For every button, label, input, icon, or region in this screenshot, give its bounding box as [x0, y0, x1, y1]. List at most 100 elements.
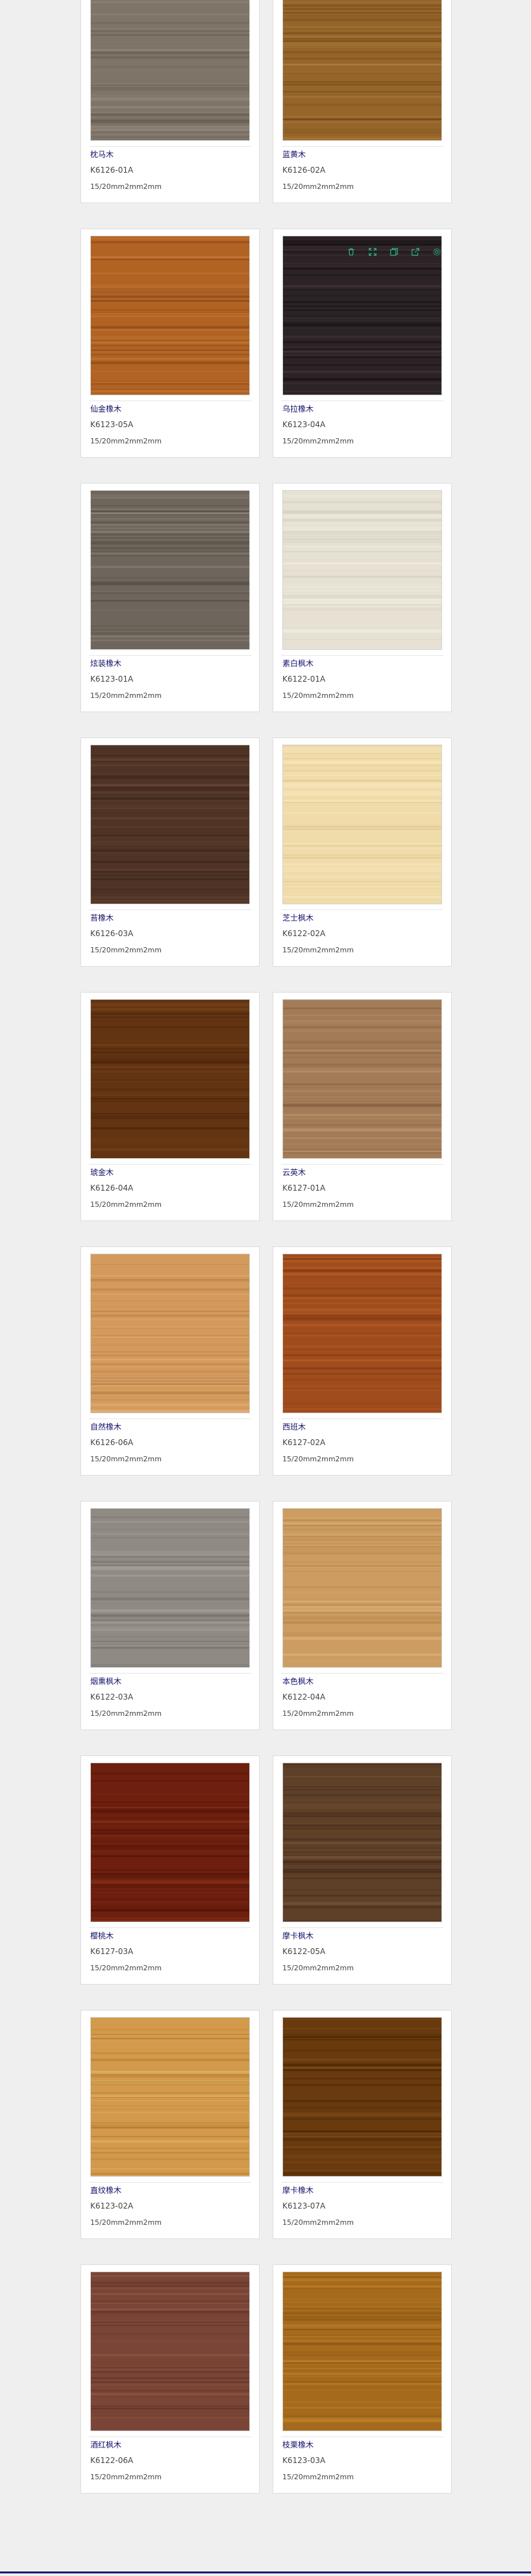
- product-name[interactable]: 本色枫木: [282, 1676, 314, 1687]
- wood-texture: [91, 745, 249, 904]
- product-name[interactable]: 摩卡枫木: [282, 1930, 314, 1941]
- trash-icon: [348, 248, 354, 256]
- wood-texture: [91, 0, 249, 140]
- product-card[interactable]: 苔橡木 K6126-03A 15/20mm2mm2mm: [80, 737, 260, 967]
- card-divider: [89, 1418, 251, 1419]
- wood-texture: [91, 491, 249, 649]
- wood-texture: [91, 2018, 249, 2176]
- product-name[interactable]: 乌拉橡木: [282, 403, 314, 414]
- product-swatch-image[interactable]: [282, 490, 442, 650]
- product-card[interactable]: 枕马木 K6126-01A 15/20mm2mm2mm: [80, 0, 260, 203]
- product-swatch-image[interactable]: [282, 745, 442, 904]
- product-swatch-image[interactable]: [90, 745, 250, 904]
- bottom-accent-line: [0, 2571, 531, 2573]
- product-swatch-image[interactable]: [90, 2272, 250, 2431]
- copy-button[interactable]: [384, 245, 403, 259]
- product-card[interactable]: 樱桃木 K6127-03A 15/20mm2mm2mm: [80, 1755, 260, 1985]
- product-swatch-image[interactable]: [282, 0, 442, 141]
- product-card[interactable]: 芝士枫木 K6122-02A 15/20mm2mm2mm: [273, 737, 452, 967]
- product-code: K6123-02A: [90, 2201, 134, 2211]
- card-divider: [281, 1418, 443, 1419]
- product-spec: 15/20mm2mm2mm: [282, 182, 354, 191]
- product-name[interactable]: 烟熏枫木: [90, 1676, 121, 1687]
- product-card[interactable]: 乌拉橡木 K6123-04A 15/20mm2mm2mm: [273, 229, 452, 458]
- product-card[interactable]: 琥金木 K6126-04A 15/20mm2mm2mm: [80, 992, 260, 1221]
- product-spec: 15/20mm2mm2mm: [90, 1200, 162, 1209]
- share-button[interactable]: [406, 245, 425, 259]
- wood-texture: [91, 236, 249, 395]
- product-name[interactable]: 樱桃木: [90, 1930, 114, 1941]
- product-swatch-image[interactable]: [282, 1763, 442, 1922]
- product-swatch-image[interactable]: [90, 236, 250, 395]
- card-divider: [89, 2182, 251, 2183]
- product-card[interactable]: 摩卡枫木 K6122-05A 15/20mm2mm2mm: [273, 1755, 452, 1985]
- product-swatch-image[interactable]: [90, 0, 250, 141]
- product-name[interactable]: 枝栗橡木: [282, 2439, 314, 2450]
- product-name[interactable]: 云英木: [282, 1167, 306, 1178]
- product-name[interactable]: 酒红枫木: [90, 2439, 121, 2450]
- product-spec: 15/20mm2mm2mm: [90, 437, 162, 445]
- product-name[interactable]: 摩卡橡木: [282, 2185, 314, 2196]
- product-swatch-image[interactable]: [90, 999, 250, 1159]
- product-swatch-image[interactable]: [282, 2272, 442, 2431]
- product-name[interactable]: 琥金木: [90, 1167, 114, 1178]
- product-swatch-image[interactable]: [90, 1508, 250, 1668]
- product-card[interactable]: 素白枫木 K6122-01A 15/20mm2mm2mm: [273, 483, 452, 712]
- product-swatch-image[interactable]: [282, 236, 442, 395]
- product-card[interactable]: 自然橡木 K6126-06A 15/20mm2mm2mm: [80, 1246, 260, 1476]
- product-card[interactable]: 仙金橡木 K6123-05A 15/20mm2mm2mm: [80, 229, 260, 458]
- product-code: K6127-02A: [282, 1438, 326, 1447]
- trash-button[interactable]: [341, 245, 360, 259]
- card-divider: [89, 655, 251, 656]
- product-card[interactable]: 直纹橡木 K6123-02A 15/20mm2mm2mm: [80, 2010, 260, 2239]
- product-card[interactable]: 本色枫木 K6122-04A 15/20mm2mm2mm: [273, 1501, 452, 1730]
- wood-texture: [283, 1000, 441, 1158]
- card-divider: [89, 1927, 251, 1928]
- product-spec: 15/20mm2mm2mm: [282, 1455, 354, 1463]
- product-spec: 15/20mm2mm2mm: [282, 691, 354, 700]
- product-swatch-image[interactable]: [282, 999, 442, 1159]
- product-swatch-image[interactable]: [90, 1763, 250, 1922]
- product-name[interactable]: 炫装橡木: [90, 658, 121, 669]
- card-toolbar: [341, 245, 446, 259]
- product-name[interactable]: 西班木: [282, 1421, 306, 1432]
- product-name[interactable]: 蓝黄木: [282, 149, 306, 160]
- product-swatch-image[interactable]: [90, 2017, 250, 2177]
- product-name[interactable]: 直纹橡木: [90, 2185, 121, 2196]
- wood-texture: [283, 0, 441, 140]
- product-name[interactable]: 苔橡木: [90, 912, 114, 923]
- product-swatch-image[interactable]: [282, 1508, 442, 1668]
- product-name[interactable]: 自然橡木: [90, 1421, 121, 1432]
- product-code: K6126-06A: [90, 1438, 134, 1447]
- card-divider: [281, 1927, 443, 1928]
- product-card[interactable]: 西班木 K6127-02A 15/20mm2mm2mm: [273, 1246, 452, 1476]
- product-swatch-image[interactable]: [282, 2017, 442, 2177]
- product-card[interactable]: 炫装橡木 K6123-01A 15/20mm2mm2mm: [80, 483, 260, 712]
- product-card[interactable]: 云英木 K6127-01A 15/20mm2mm2mm: [273, 992, 452, 1221]
- wood-texture: [91, 1000, 249, 1158]
- expand-button[interactable]: [363, 245, 382, 259]
- product-card[interactable]: 烟熏枫木 K6122-03A 15/20mm2mm2mm: [80, 1501, 260, 1730]
- product-card[interactable]: 枝栗橡木 K6123-03A 15/20mm2mm2mm: [273, 2264, 452, 2494]
- settings-button[interactable]: [427, 245, 446, 259]
- wood-texture: [283, 1254, 441, 1413]
- product-swatch-image[interactable]: [90, 1254, 250, 1413]
- product-swatch-image[interactable]: [282, 1254, 442, 1413]
- product-name[interactable]: 素白枫木: [282, 658, 314, 669]
- wood-texture: [283, 1763, 441, 1922]
- product-name[interactable]: 枕马木: [90, 149, 114, 160]
- product-card[interactable]: 蓝黄木 K6126-02A 15/20mm2mm2mm: [273, 0, 452, 203]
- product-spec: 15/20mm2mm2mm: [282, 437, 354, 445]
- product-spec: 15/20mm2mm2mm: [90, 1455, 162, 1463]
- product-name[interactable]: 芝士枫木: [282, 912, 314, 923]
- wood-texture: [283, 745, 441, 904]
- product-card[interactable]: 酒红枫木 K6122-06A 15/20mm2mm2mm: [80, 2264, 260, 2494]
- product-name[interactable]: 仙金橡木: [90, 403, 121, 414]
- product-code: K6126-01A: [90, 166, 134, 175]
- card-divider: [89, 2436, 251, 2437]
- wood-texture: [283, 2018, 441, 2176]
- product-spec: 15/20mm2mm2mm: [90, 946, 162, 954]
- product-card[interactable]: 摩卡橡木 K6123-07A 15/20mm2mm2mm: [273, 2010, 452, 2239]
- product-code: K6123-01A: [90, 675, 134, 684]
- product-swatch-image[interactable]: [90, 490, 250, 650]
